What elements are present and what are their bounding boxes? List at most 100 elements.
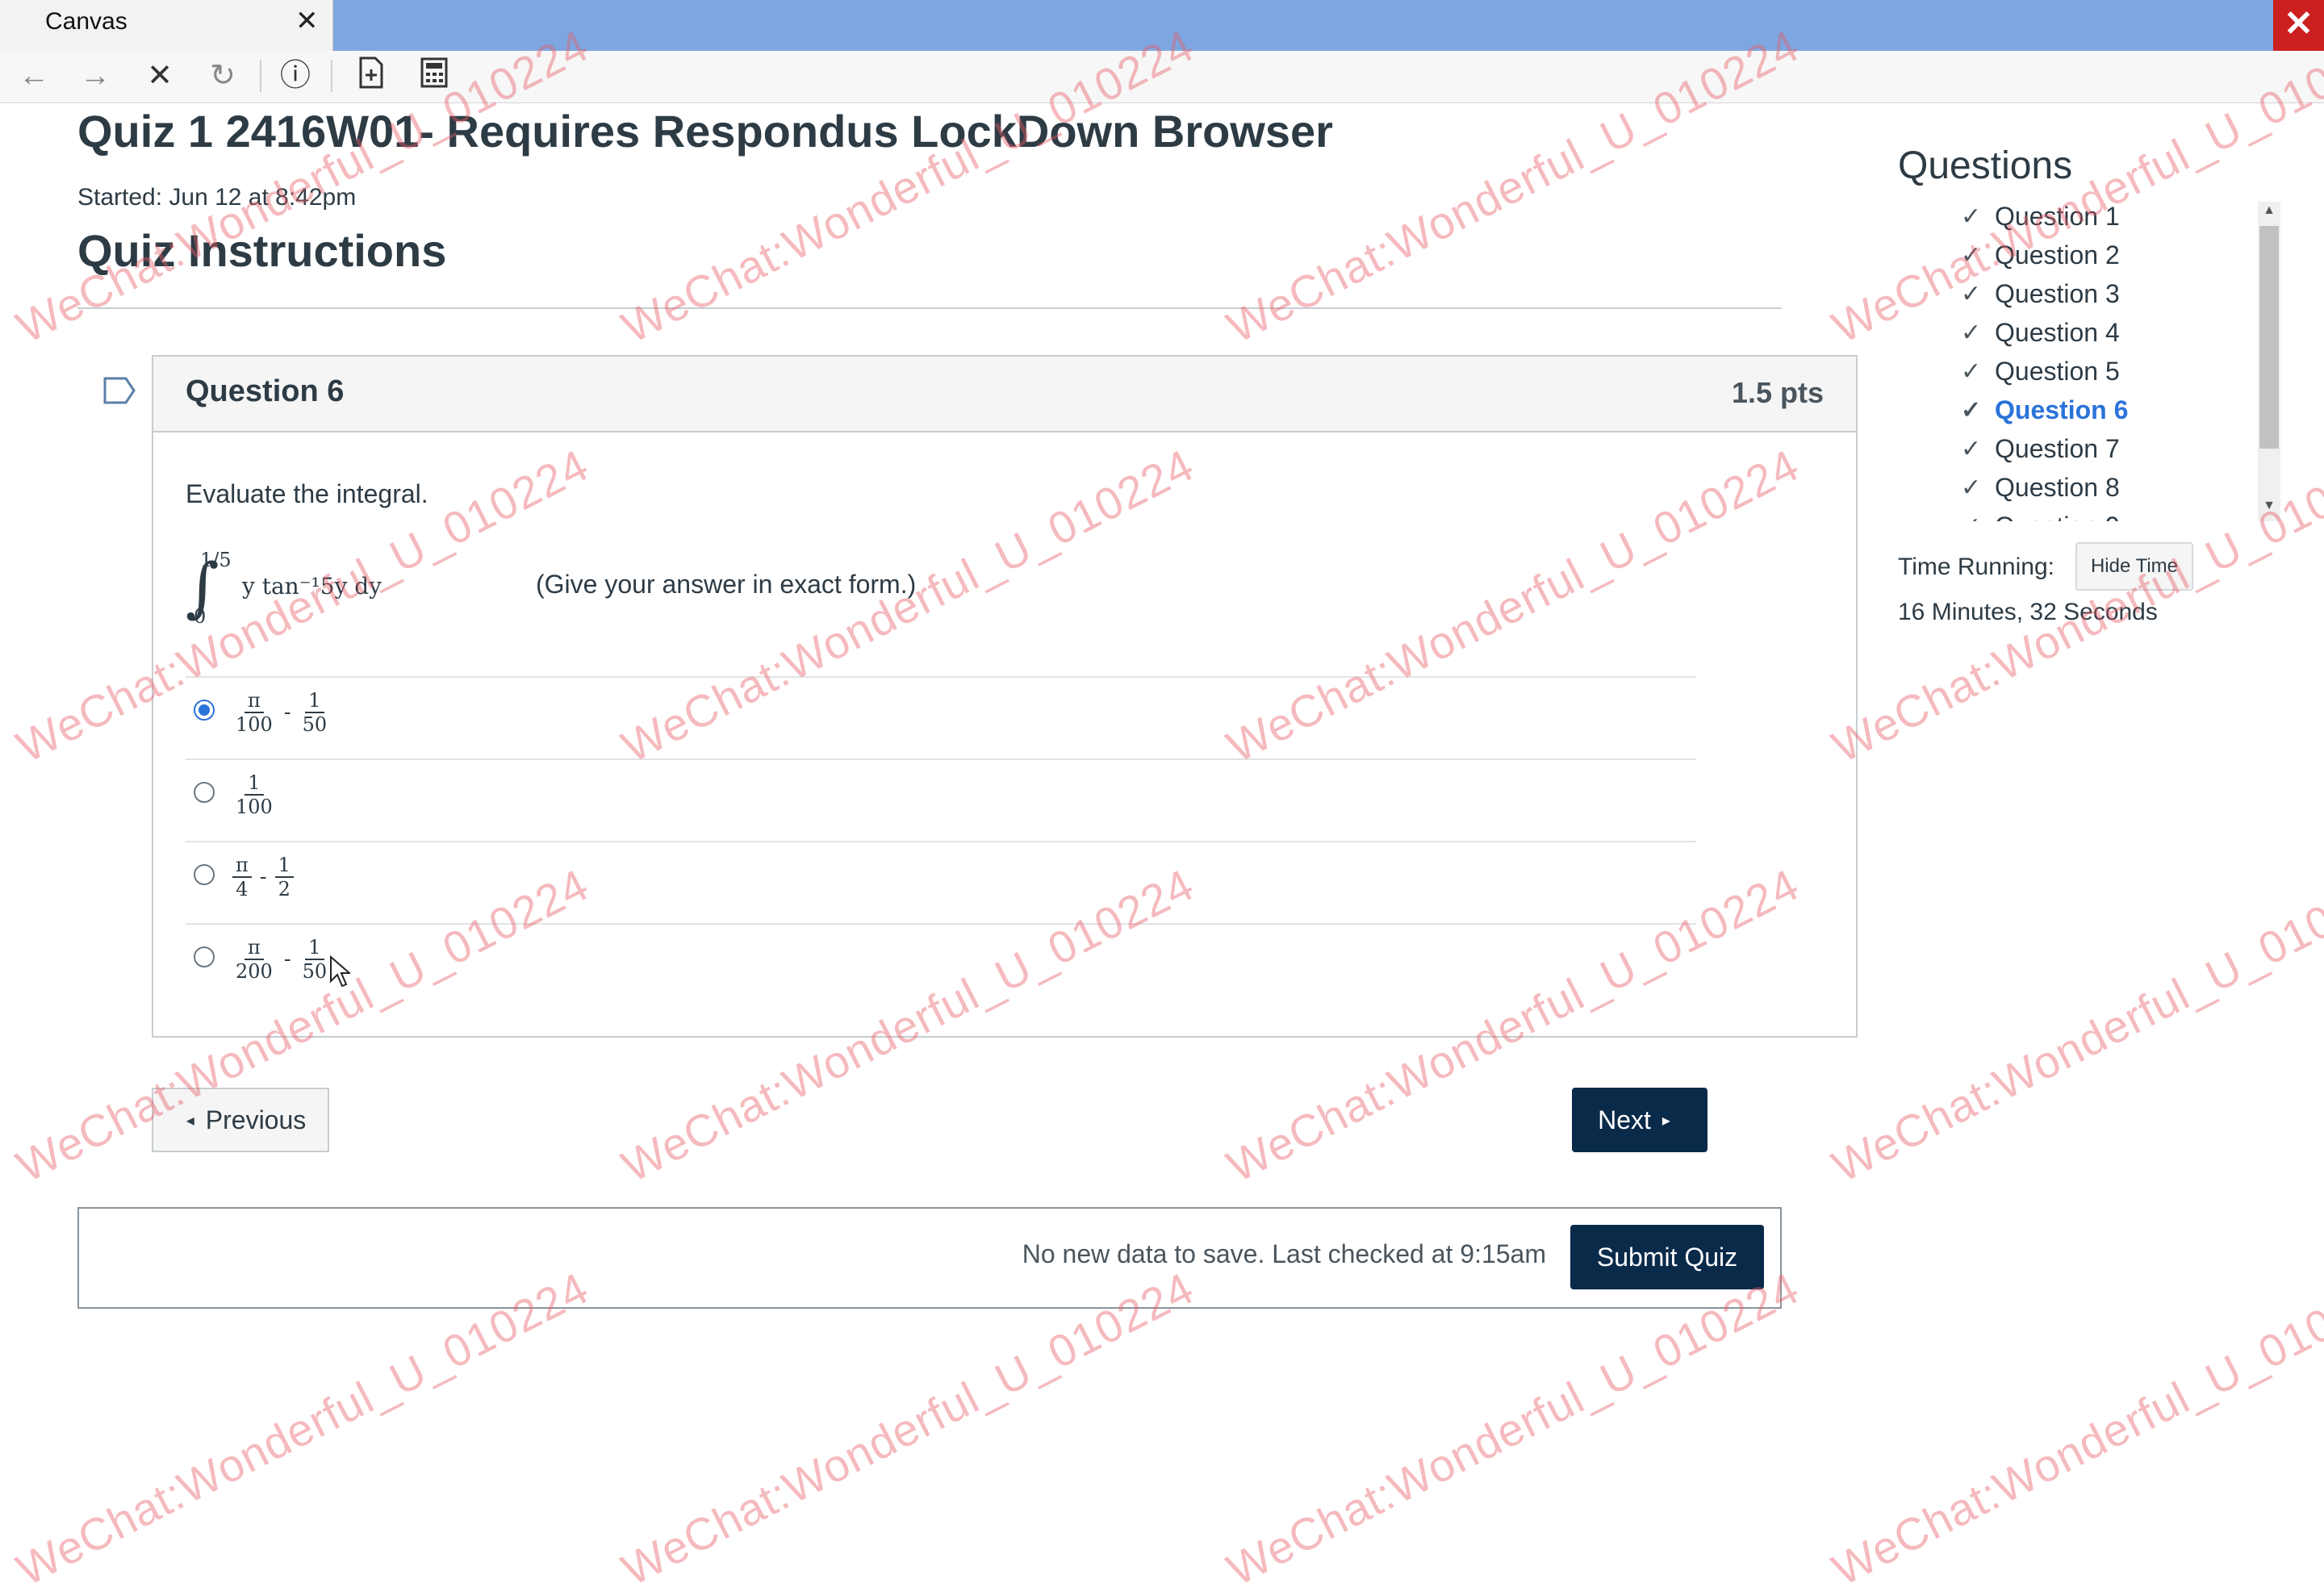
question-nav-label: Question 5	[1995, 356, 2120, 386]
answer-expression: 1 100	[228, 771, 281, 818]
check-icon: ✓	[1961, 435, 1982, 462]
answer-expression: π4-12	[228, 854, 299, 900]
fraction: π 200	[232, 936, 276, 983]
hide-time-button[interactable]: Hide Time	[2075, 542, 2193, 591]
question-nav-label: Question 8	[1995, 472, 2120, 502]
question-nav-item[interactable]: ✓ Question 7	[1961, 429, 2268, 468]
tab-close-icon[interactable]: ✕	[295, 5, 319, 37]
time-running-label: Time Running:	[1898, 554, 2054, 580]
time-running-value: 16 Minutes, 32 Seconds	[1898, 599, 2158, 625]
fraction-numerator: π	[245, 689, 264, 713]
question-nav-label: Question 4	[1995, 317, 2120, 347]
fraction-numerator: 1	[245, 771, 264, 796]
fraction-numerator: 1	[305, 689, 324, 713]
question-nav-label: Question 9	[1995, 512, 2120, 522]
question-nav-item[interactable]: ✓ Question 6	[1961, 391, 2268, 429]
math-operator: -	[283, 700, 291, 725]
watermark-text: WeChat:Wonderful_U_010224	[1218, 1262, 1808, 1596]
previous-button[interactable]: ◂ Previous	[152, 1088, 329, 1152]
answer-radio[interactable]	[194, 946, 215, 967]
tab-title: Canvas	[45, 8, 127, 35]
fraction-numerator: 1	[274, 854, 294, 878]
fraction-numerator: π	[245, 936, 264, 960]
previous-label: Previous	[205, 1105, 307, 1134]
question-nav-item[interactable]: ✓ Question 4	[1961, 313, 2268, 352]
check-icon: ✓	[1961, 357, 1982, 385]
caret-left-icon: ◂	[186, 1111, 194, 1130]
window-close-button[interactable]: ✕	[2273, 0, 2324, 51]
browser-tab[interactable]: Canvas ✕	[0, 0, 333, 51]
integral-lower-limit: 0	[194, 605, 207, 628]
quiz-title: Quiz 1 2416W01- Requires Respondus LockD…	[77, 106, 1333, 157]
forward-arrow-icon[interactable]: →	[76, 56, 115, 95]
questions-heading: Questions	[1898, 144, 2073, 187]
calculator-icon[interactable]	[415, 56, 454, 95]
caret-right-icon: ▸	[1661, 1111, 1670, 1130]
fraction: 12	[274, 854, 294, 900]
scrollbar-thumb[interactable]	[2259, 226, 2279, 449]
toolbar-divider	[331, 60, 332, 92]
instructions-heading: Quiz Instructions	[77, 225, 447, 276]
check-icon: ✓	[1961, 396, 1982, 424]
fraction-denominator: 50	[302, 960, 328, 983]
page-add-icon[interactable]	[352, 56, 391, 95]
question-card: Question 6 1.5 pts Evaluate the integral…	[152, 355, 1858, 1038]
back-arrow-icon[interactable]: ←	[15, 56, 53, 95]
fraction-denominator: 200	[236, 960, 273, 983]
answer-radio[interactable]	[194, 864, 215, 885]
question-nav-label: Question 6	[1995, 395, 2129, 424]
submit-bar: No new data to save. Last checked at 9:1…	[77, 1207, 1782, 1309]
check-icon: ✓	[1961, 319, 1982, 346]
answer-option[interactable]: 1 100	[186, 758, 1696, 842]
fraction-denominator: 4	[236, 878, 249, 900]
next-label: Next	[1598, 1105, 1651, 1134]
question-nav-item[interactable]: ✓ Question 3	[1961, 274, 2268, 313]
next-button[interactable]: Next ▸	[1572, 1088, 1707, 1152]
question-nav-label: Question 3	[1995, 278, 2120, 308]
answer-option[interactable]: π 100-1 50	[186, 676, 1696, 760]
scroll-up-icon[interactable]: ▲	[2259, 203, 2279, 223]
divider	[77, 307, 1782, 309]
browser-toolbar	[0, 51, 2324, 103]
scroll-down-icon[interactable]: ▼	[2259, 499, 2279, 518]
fraction: 1 50	[299, 689, 331, 736]
stop-icon[interactable]: ✕	[140, 56, 179, 95]
question-nav-label: Question 2	[1995, 240, 2120, 269]
question-nav-list: ✓ Question 1 ✓ Question 2 ✓ Question 3 ✓ Questi…	[1961, 197, 2268, 522]
reload-icon[interactable]: ↻	[203, 56, 242, 95]
fraction-numerator: 1	[305, 936, 324, 960]
fraction-denominator: 100	[236, 713, 273, 736]
question-nav-item[interactable]: ✓ Question 5	[1961, 352, 2268, 391]
answer-radio[interactable]	[194, 782, 215, 803]
info-icon[interactable]: ⓘ	[276, 56, 315, 95]
watermark-text: WeChat:Wonderful_U_010224	[613, 1262, 1202, 1596]
question-nav-item[interactable]: ✓ Question 1	[1961, 197, 2268, 236]
mouse-cursor-icon	[329, 955, 352, 988]
save-status: No new data to save. Last checked at 9:1…	[1022, 1239, 1546, 1268]
question-prompt: Evaluate the integral.	[186, 479, 428, 508]
check-icon: ✓	[1961, 512, 1995, 522]
started-time: Started: Jun 12 at 8:42pm	[77, 184, 357, 211]
question-nav-label: Question 1	[1995, 201, 2120, 231]
answer-expression: π 100-1 50	[228, 689, 335, 736]
answer-format-note: (Give your answer in exact form.)	[536, 570, 917, 599]
watermark-text: WeChat:Wonderful_U_010224	[1824, 859, 2324, 1193]
flag-question-icon[interactable]	[103, 376, 136, 405]
math-operator: -	[283, 947, 291, 971]
integral-expression: ∫ 1/5 0 y tan⁻¹5y dy (Give your answer i…	[186, 549, 916, 636]
fraction: 1 50	[299, 936, 331, 983]
question-points: 1.5 pts	[1731, 376, 1824, 409]
question-nav-item[interactable]: ✓ Question 2	[1961, 236, 2268, 274]
question-nav-item[interactable]: ✓Question 9	[1961, 507, 2268, 522]
submit-quiz-button[interactable]: Submit Quiz	[1570, 1225, 1764, 1289]
fraction-denominator: 2	[278, 878, 290, 900]
fraction: π4	[232, 854, 252, 900]
question-header: Question 6 1.5 pts	[153, 357, 1856, 432]
answer-option[interactable]: π4-12	[186, 841, 1696, 925]
check-icon: ✓	[1961, 203, 1982, 230]
answer-radio[interactable]	[194, 700, 215, 721]
answer-option[interactable]: π 200-1 50	[186, 923, 1696, 1007]
window-titlebar	[0, 0, 2324, 51]
fraction: 1 100	[232, 771, 276, 818]
question-nav-item[interactable]: ✓ Question 8	[1961, 468, 2268, 507]
